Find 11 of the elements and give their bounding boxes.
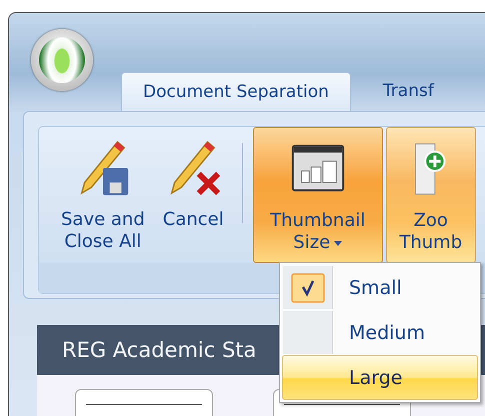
- ribbon-button[interactable]: Cancel: [154, 127, 232, 263]
- panel-title: REG Academic Sta: [62, 338, 256, 362]
- ribbon-button[interactable]: Thumbnail Size: [252, 127, 383, 263]
- application-orb-icon[interactable]: [31, 29, 93, 91]
- ribbon-tab[interactable]: Document Separation: [121, 72, 351, 111]
- ribbon-button[interactable]: Zoo Thumb: [386, 127, 476, 263]
- menu-item[interactable]: Small: [282, 265, 478, 310]
- ribbon-button[interactable]: Save and Close All: [53, 127, 153, 263]
- ribbon-tab[interactable]: Transf: [382, 72, 459, 110]
- menu-item[interactable]: Large: [282, 355, 478, 400]
- menu-item[interactable]: Medium: [282, 310, 478, 355]
